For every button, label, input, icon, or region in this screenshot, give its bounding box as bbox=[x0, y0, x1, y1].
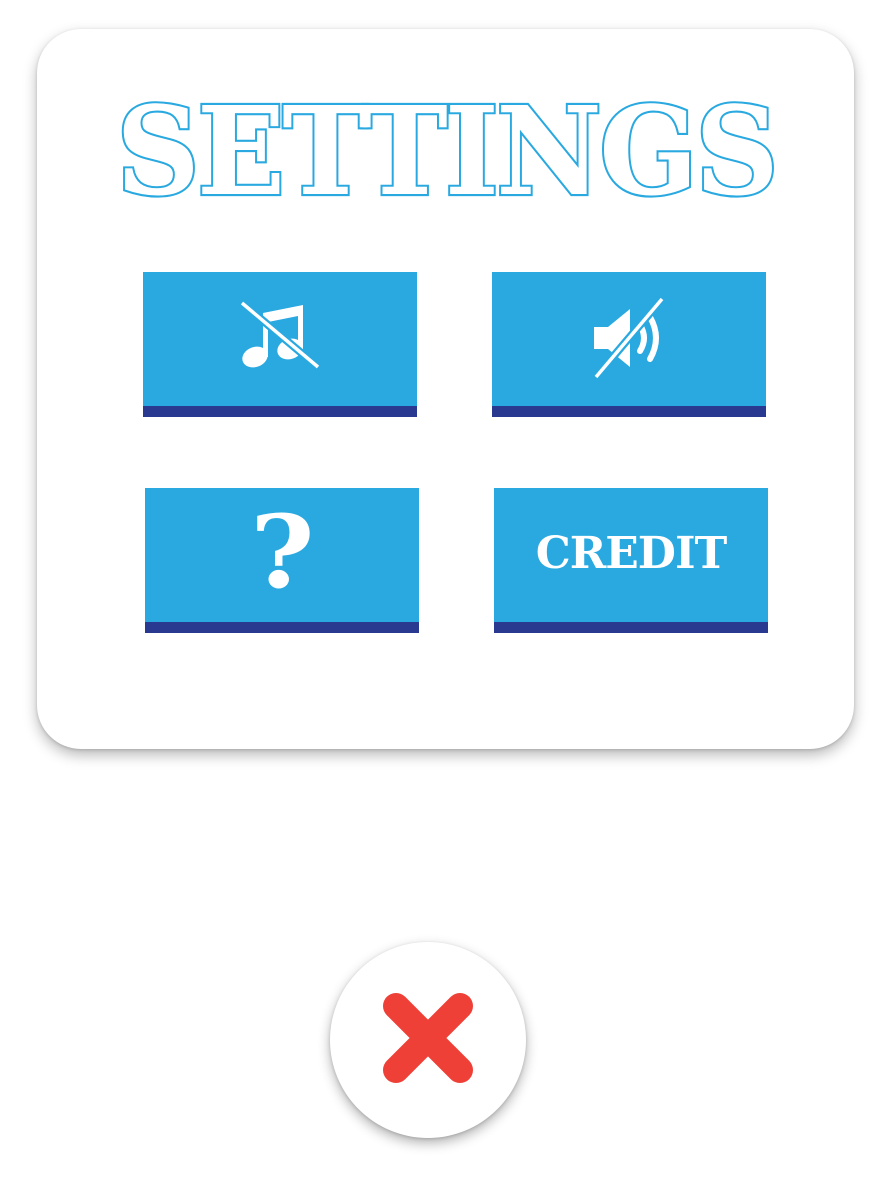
music-muted-icon bbox=[238, 301, 322, 377]
close-x-icon bbox=[378, 988, 478, 1092]
speaker-muted-icon bbox=[586, 297, 672, 381]
credit-button[interactable]: CREDIT bbox=[494, 488, 768, 633]
credit-label: CREDIT bbox=[535, 527, 728, 579]
help-button[interactable]: ? bbox=[145, 488, 419, 633]
settings-title: SETTINGS bbox=[114, 78, 781, 225]
settings-screen: SETTINGS ? CREDIT bbox=[0, 0, 892, 1183]
close-button[interactable] bbox=[330, 942, 526, 1138]
sound-toggle-button[interactable] bbox=[492, 272, 766, 417]
help-question-mark: ? bbox=[249, 493, 315, 611]
music-toggle-button[interactable] bbox=[143, 272, 417, 417]
